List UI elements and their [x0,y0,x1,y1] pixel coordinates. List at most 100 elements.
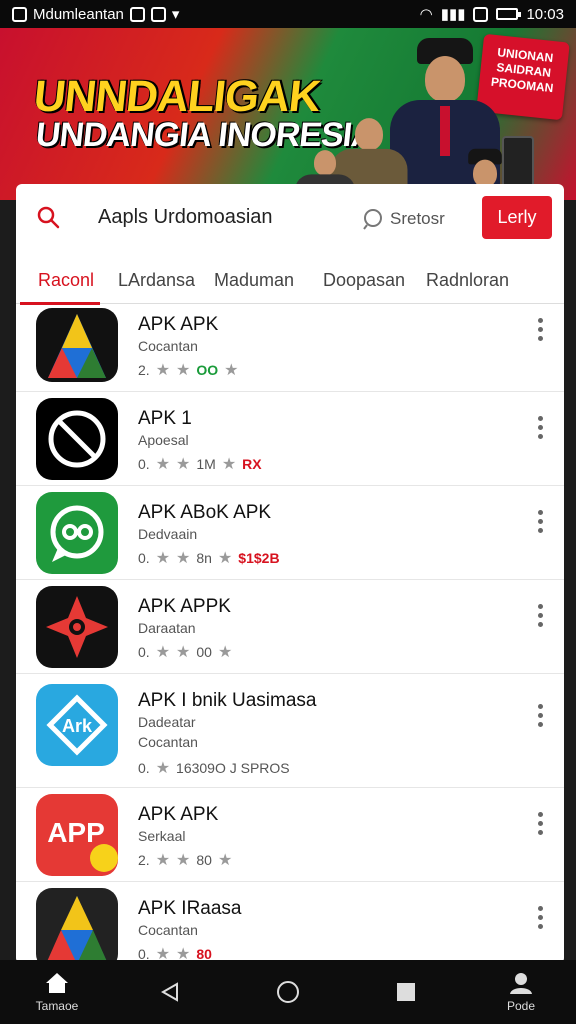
app-tag: $1$2B [238,550,280,566]
back-icon [160,982,178,1002]
svg-text:Ark: Ark [62,716,93,736]
recents-icon [397,983,415,1001]
notification-icon [150,6,166,22]
voice-search-button[interactable]: Sretosr [362,201,470,237]
app-name: APK APPK [138,596,231,617]
star-icon: ★ [155,550,171,567]
wifi-icon: ◠ [419,6,433,23]
app-downloads: 80 [196,852,212,868]
tab-recent[interactable]: Raconl [38,270,94,291]
app-name: APK APK [138,804,219,825]
tab-3[interactable]: Maduman [214,270,294,291]
nav-home[interactable]: Tamaoe [22,960,92,1024]
more-options-icon[interactable] [534,510,546,533]
app-name: APK IRaasa [138,898,242,919]
app-category: Cocantan [138,922,198,938]
list-item[interactable]: APK APK Cocantan 2. ★ ★ OO ★ [16,308,564,392]
app-downloads: 1M [196,456,216,472]
blue-tag-icon: Ark [36,684,118,766]
list-item[interactable]: Ark APK I bnik Uasimasa Dadeatar Cocanta… [16,674,564,788]
chat-bubble-icon [36,492,118,574]
nav-profile-label: Pode [506,999,536,1013]
more-options-icon[interactable] [534,812,546,835]
nav-home-button[interactable] [268,960,308,1024]
app-downloads: OO [196,362,219,378]
app-category: Cocantan [138,338,198,354]
signal-icon: ▮▮▮ [440,6,466,23]
search-icon [363,209,382,230]
app-category: Dedvaain [138,526,198,542]
star-icon: ★ [176,362,191,379]
chevron-down-icon: ▾ [171,6,180,23]
notification-icon [129,6,145,22]
app-meta: 2. ★ ★ OO ★ [138,360,239,380]
nav-home-label: Tamaoe [35,999,79,1013]
search-input[interactable]: Aapls Urdomoasian [98,206,273,229]
notification-icon [473,6,489,22]
status-time: 10:03 [526,5,564,23]
more-options-icon[interactable] [534,604,546,627]
app-name: APK ABoK APK [138,502,272,523]
app-meta: 0. ★ ★ 00 ★ [138,642,232,662]
tab-4[interactable]: Doopasan [323,270,405,291]
app-rating: 0. [138,760,150,776]
star-icon: ★ [155,456,171,473]
nav-recents[interactable] [386,960,426,1024]
star-shuriken-icon [36,586,118,668]
star-icon: ★ [176,644,191,661]
category-tabs: Raconl LArdansa Maduman Doopasan Radnlor… [16,254,564,305]
more-options-icon[interactable] [534,416,546,439]
app-downloads: 8n [196,550,212,566]
app-category: Dadeatar [138,714,196,730]
app-meta: 0. ★ 16309O J SPROS [138,758,290,778]
app-name: APK I bnik Uasimasa [138,690,317,711]
app-category-secondary: Cocantan [138,734,198,750]
more-options-icon[interactable] [534,906,546,929]
list-item[interactable]: APK 1 Apoesal 0. ★ ★ 1M ★ RX [16,392,564,486]
nav-profile[interactable]: Pode [486,960,556,1024]
app-meta: 2. ★ ★ 80 ★ [138,850,232,870]
notification-icon [12,6,27,22]
promo-banner[interactable]: UNNDALIGAK UNDANGIA INORESIA UNIONAN SAI… [0,28,576,200]
star-icon: ★ [217,550,233,567]
nav-back[interactable] [150,960,190,1024]
star-icon: ★ [155,644,171,661]
star-icon: ★ [217,852,233,869]
app-category: Apoesal [138,432,189,448]
tab-2[interactable]: LArdansa [118,270,195,291]
star-icon: ★ [155,852,171,869]
star-icon: ★ [176,852,191,869]
profile-icon [510,973,532,994]
app-rating: 0. [138,550,150,566]
more-options-icon[interactable] [534,318,546,341]
list-item[interactable]: APK APPK Daraatan 0. ★ ★ 00 ★ [16,580,564,674]
colorful-a-icon [36,888,118,964]
status-bar: Mdumleantan ▾ ◠ ▮▮▮ 10:03 [0,0,576,28]
search-bar: Aapls Urdomoasian Sretosr Lerly [16,184,564,250]
search-icon[interactable] [36,205,60,229]
app-tag: RX [242,456,262,472]
no-symbol-icon [36,398,118,480]
star-icon: ★ [176,456,191,473]
tab-5[interactable]: Radnloran [426,270,509,291]
voice-search-label: Sretosr [390,209,445,228]
list-item[interactable]: APK ABoK APK Dedvaain 0. ★ ★ 8n ★ $1$2B [16,486,564,580]
main-card: Aapls Urdomoasian Sretosr Lerly Raconl L… [16,184,564,964]
list-item[interactable]: APP APK APK Serkaal 2. ★ ★ 80 ★ [16,788,564,882]
language-button[interactable]: Lerly [482,196,552,239]
star-icon: ★ [217,644,233,661]
app-rating: 0. [138,644,150,660]
bottom-nav: Tamaoe Pode [0,960,576,1024]
list-item[interactable]: APK IRaasa Cocantan 0. ★ ★ 80 [16,882,564,964]
app-meta: 0. ★ ★ 1M ★ RX [138,454,262,474]
app-badge-icon: APP [36,794,118,876]
more-options-icon[interactable] [534,704,546,727]
battery-icon [496,8,522,20]
svg-text:APP: APP [47,817,105,848]
active-tab-indicator [20,302,100,305]
app-downloads: 00 [196,644,212,660]
app-downloads: 16309O J SPROS [176,760,290,776]
app-category: Serkaal [138,828,186,844]
app-rating: 0. [138,456,150,472]
star-icon: ★ [176,550,191,567]
